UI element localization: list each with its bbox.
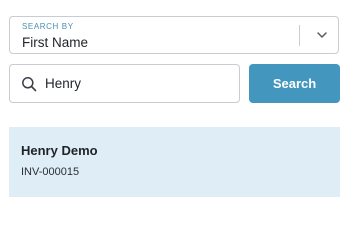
search-field[interactable] bbox=[9, 64, 240, 103]
search-by-value: First Name bbox=[22, 35, 89, 50]
chevron-down-icon[interactable] bbox=[315, 28, 329, 42]
result-name: Henry Demo bbox=[21, 143, 98, 158]
search-by-select[interactable]: SEARCH BY First Name bbox=[9, 16, 339, 54]
search-input[interactable] bbox=[45, 65, 233, 102]
search-result-item[interactable]: Henry Demo INV-000015 bbox=[9, 127, 340, 197]
select-divider bbox=[299, 25, 300, 46]
search-button[interactable]: Search bbox=[249, 64, 340, 103]
result-invoice-number: INV-000015 bbox=[21, 166, 80, 178]
search-icon bbox=[22, 77, 37, 92]
search-by-caption: SEARCH BY bbox=[22, 22, 74, 31]
